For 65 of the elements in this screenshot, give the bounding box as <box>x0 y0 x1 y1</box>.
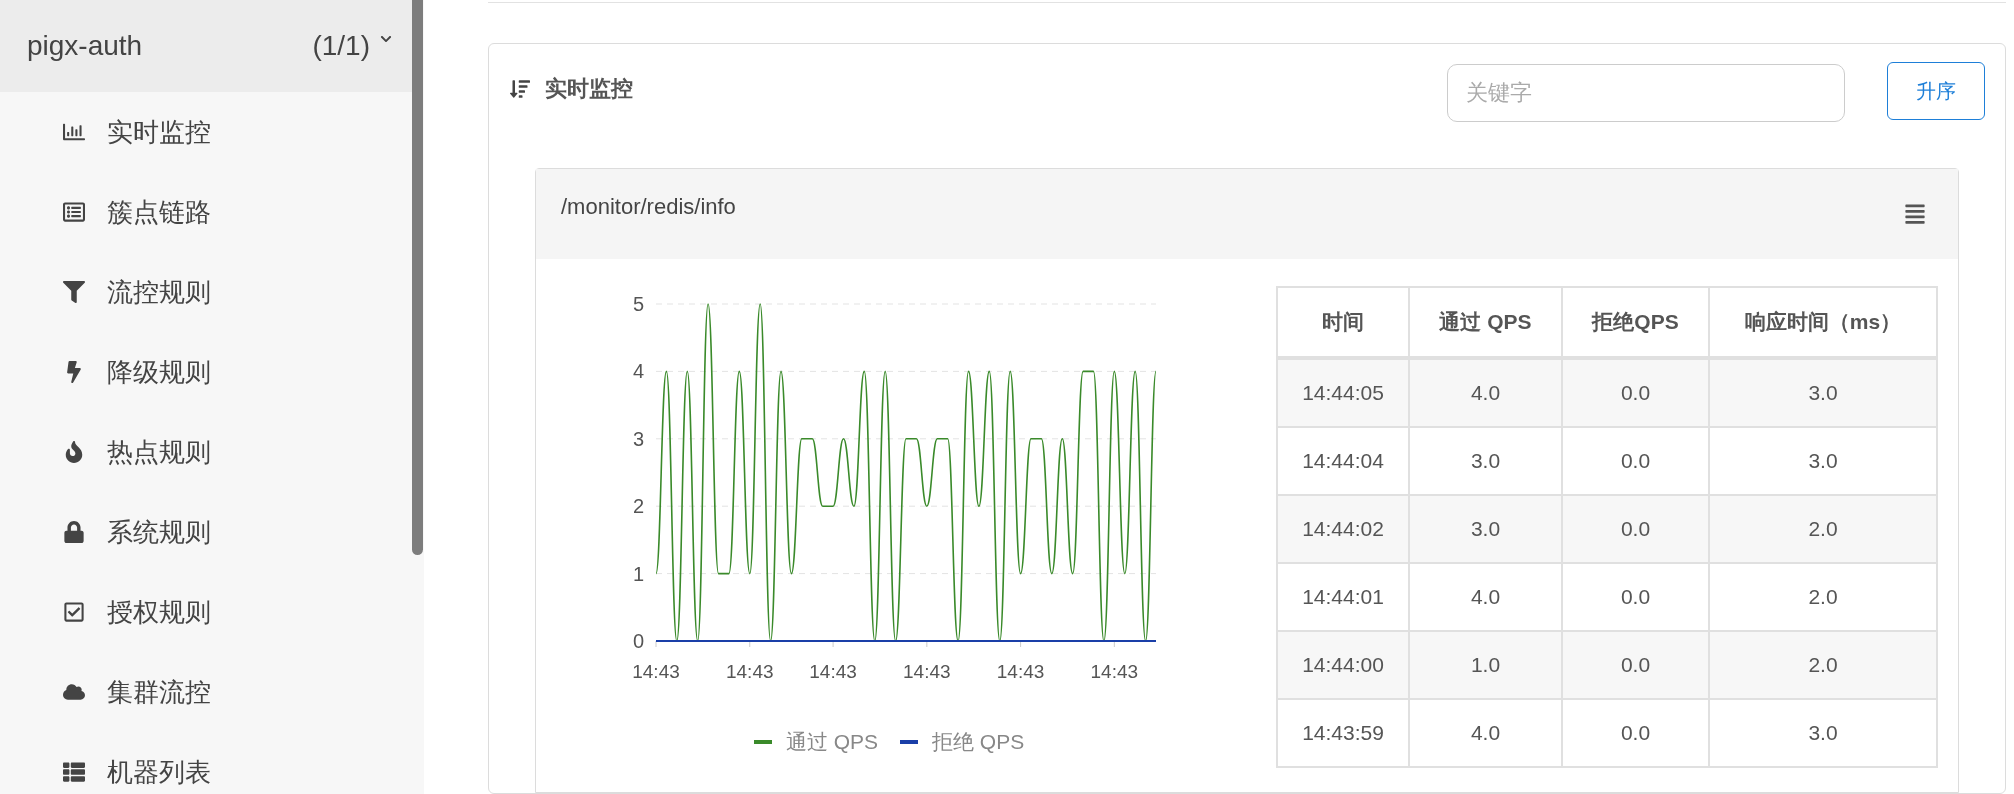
lock-icon <box>61 521 87 543</box>
sidebar-item[interactable]: 簇点链路 <box>0 172 412 252</box>
sidebar-item[interactable]: 流控规则 <box>0 252 412 332</box>
app-name: pigx-auth <box>27 30 144 62</box>
table-cell: 3.0 <box>1709 699 1937 767</box>
list-icon <box>61 201 87 223</box>
checkbox-icon <box>61 601 87 623</box>
list-icon <box>61 761 87 783</box>
funnel-icon <box>61 281 87 303</box>
table-cell: 14:44:04 <box>1277 427 1409 495</box>
sidebar-item[interactable]: 实时监控 <box>0 92 412 172</box>
sidebar-item[interactable]: 降级规则 <box>0 332 412 412</box>
x-axis-label: 14:43 <box>632 661 680 682</box>
app-count: (1/1) <box>312 30 370 62</box>
table-cell: 3.0 <box>1409 427 1562 495</box>
sidebar-item[interactable]: 热点规则 <box>0 412 412 492</box>
panel-title: 实时监控 <box>545 75 633 103</box>
table-cell: 0.0 <box>1562 699 1709 767</box>
sidebar-item[interactable]: 系统规则 <box>0 492 412 572</box>
chevron-icon <box>380 33 394 45</box>
table-cell: 4.0 <box>1409 358 1562 427</box>
x-axis-label: 14:43 <box>809 661 857 682</box>
table-cell: 14:44:05 <box>1277 358 1409 427</box>
table-cell: 3.0 <box>1709 427 1937 495</box>
y-axis-label: 3 <box>632 427 644 450</box>
app-header[interactable]: pigx-auth (1/1) <box>0 0 412 92</box>
table-cell: 4.0 <box>1409 563 1562 631</box>
table-cell: 14:43:59 <box>1277 699 1409 767</box>
table-cell: 0.0 <box>1562 358 1709 427</box>
table-cell: 14:44:00 <box>1277 631 1409 699</box>
table-cell: 3.0 <box>1709 358 1937 427</box>
x-axis-label: 14:43 <box>996 661 1045 682</box>
x-axis-label: 14:43 <box>1090 661 1139 682</box>
x-axis-label: 14:43 <box>726 661 774 682</box>
table-cell: 0.0 <box>1562 427 1709 495</box>
sidebar-item[interactable]: 集群流控 <box>0 652 412 732</box>
x-axis-label: 14:43 <box>903 661 951 682</box>
table-cell: 14:44:02 <box>1277 495 1409 563</box>
y-axis-label: 5 <box>632 293 644 315</box>
table-cell: 0.0 <box>1562 563 1709 631</box>
table-cell: 0.0 <box>1562 495 1709 563</box>
legend-label: 通过 QPS <box>785 729 878 755</box>
sidebar-item[interactable]: 机器列表 <box>0 732 412 794</box>
bar-chart-icon <box>61 121 87 143</box>
cloud-icon <box>61 681 87 703</box>
sort-button[interactable]: 升序 <box>1887 62 1985 120</box>
table-cell: 3.0 <box>1409 495 1562 563</box>
y-axis-label: 4 <box>632 360 644 383</box>
y-axis-label: 0 <box>632 630 644 652</box>
table-cell: 1.0 <box>1409 631 1562 699</box>
sort-icon <box>507 79 533 99</box>
table-cell: 2.0 <box>1709 563 1937 631</box>
scrollbar-thumb[interactable] <box>412 0 423 555</box>
legend-label: 拒绝 QPS <box>932 729 1025 755</box>
y-axis-label: 1 <box>632 562 644 585</box>
resource-name: /monitor/redis/info <box>561 194 737 220</box>
menu-icon[interactable] <box>1902 203 1928 225</box>
search-field[interactable]: 关键字 <box>1447 64 1845 122</box>
table-cell: 14:44:01 <box>1277 563 1409 631</box>
sidebar-item[interactable]: 授权规则 <box>0 572 412 652</box>
table-cell: 4.0 <box>1409 699 1562 767</box>
table-cell: 0.0 <box>1562 631 1709 699</box>
table-cell: 2.0 <box>1709 495 1937 563</box>
y-axis-label: 2 <box>632 495 644 518</box>
table-cell: 2.0 <box>1709 631 1937 699</box>
